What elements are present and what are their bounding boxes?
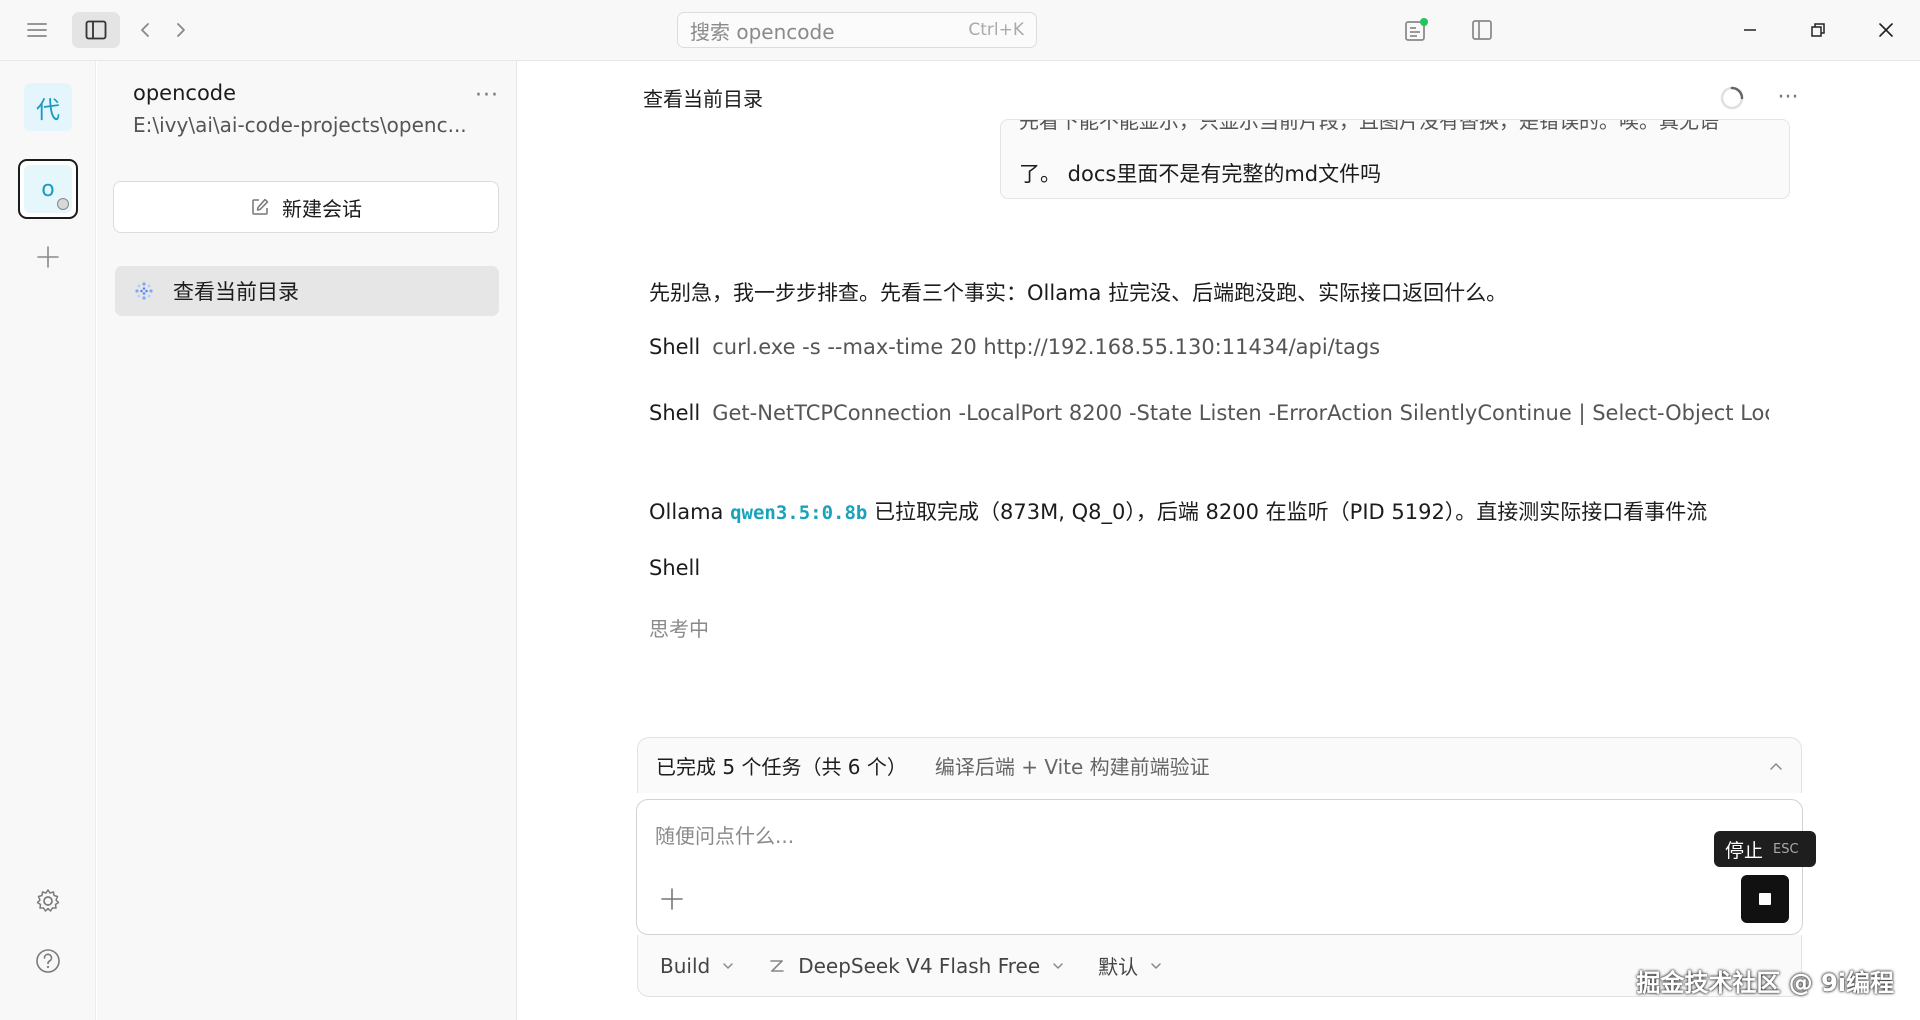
chevron-down-icon [1150, 958, 1162, 974]
stop-tooltip-label: 停止 [1725, 839, 1764, 862]
status-suffix: 已拉取完成（873M, Q8_0），后端 8200 在监听（PID 5192）。… [874, 500, 1708, 524]
project-rail: 代 o [0, 61, 96, 1020]
project-tile-a[interactable]: 代 [24, 83, 72, 131]
session-item[interactable]: 查看当前目录 [115, 266, 499, 316]
edit-icon [252, 198, 269, 215]
stop-button[interactable] [1741, 875, 1789, 923]
user-message-line-1: 先看下能不能显示，只显示当前片段，且图片没有替换，是错误的。唉。真无语 [1019, 119, 1719, 133]
shell-command: Get-NetTCPConnection -LocalPort 8200 -St… [712, 401, 1769, 425]
add-project-icon[interactable] [30, 239, 66, 275]
right-panel-icon[interactable] [1464, 12, 1500, 48]
user-message: 先看下能不能显示，只显示当前片段，且图片没有替换，是错误的。唉。真无语 了。 d… [1000, 119, 1790, 199]
project-status-badge [57, 198, 69, 210]
project-tile-opencode-avatar: o [24, 165, 72, 213]
project-more-button[interactable]: ··· [467, 79, 507, 111]
chevron-down-icon [722, 958, 734, 974]
tasks-current: 编译后端 + Vite 构建前端验证 [934, 755, 1210, 779]
shell-label: Shell [649, 335, 701, 359]
chat-panel: 查看当前目录 ··· 先看下能不能显示，只显示当前片段，且图片没有替换，是错误的… [518, 61, 1920, 1020]
stop-tooltip-key: ESC [1773, 841, 1799, 857]
back-icon[interactable] [130, 14, 160, 46]
search-shortcut: Ctrl+K [968, 20, 1024, 40]
loading-dots-icon [135, 282, 153, 300]
stop-tooltip: 停止 ESC [1714, 831, 1816, 867]
session-item-label: 查看当前目录 [173, 280, 299, 304]
tasks-done: 已完成 5 个任务（共 6 个） [656, 755, 907, 779]
prompt-input[interactable]: 随便问点什么... [636, 799, 1803, 935]
prompt-placeholder: 随便问点什么... [655, 824, 795, 848]
project-tile-opencode[interactable]: o [18, 159, 78, 219]
chevron-down-icon [1052, 958, 1064, 974]
shell-command: curl.exe -s --max-time 20 http://192.168… [712, 335, 1381, 359]
model-select[interactable]: DeepSeek V4 Flash Free [768, 954, 1064, 978]
watermark: 掘金技术社区 @ 9i编程 [1636, 969, 1894, 997]
help-icon[interactable] [30, 943, 66, 979]
provider-icon [770, 959, 785, 972]
project-path: E:\ivy\ai\ai-code-projects\openc... [133, 113, 467, 137]
project-name: opencode [133, 81, 237, 105]
sidebar-toggle-button[interactable] [72, 12, 120, 48]
new-session-label: 新建会话 [282, 196, 362, 221]
search-placeholder: 搜索 opencode [690, 19, 835, 44]
status-prefix: Ollama [649, 500, 724, 524]
close-icon[interactable] [1864, 12, 1908, 48]
composer-footer: Build DeepSeek V4 Flash Free 默认 [637, 935, 1802, 997]
user-message-line-2: 了。 docs里面不是有完整的md文件吗 [1019, 162, 1382, 186]
shell-label: Shell [649, 401, 701, 425]
menu-icon[interactable] [20, 14, 54, 46]
shell-call-1[interactable]: Shell curl.exe -s --max-time 20 http://19… [649, 335, 1769, 359]
shell-call-3[interactable]: Shell [649, 556, 1769, 580]
title-bar: 搜索 opencode Ctrl+K [0, 0, 1920, 61]
assistant-status: Ollama qwen3.5:0.8b 已拉取完成（873M, Q8_0），后端… [649, 496, 1707, 526]
spinner-icon [1718, 84, 1746, 112]
review-status-icon[interactable] [1398, 12, 1434, 48]
shell-label: Shell [649, 556, 701, 580]
settings-icon[interactable] [30, 883, 66, 919]
new-session-button[interactable]: 新建会话 [113, 181, 499, 233]
shell-call-2[interactable]: Shell Get-NetTCPConnection -LocalPort 820… [649, 401, 1769, 425]
agent-select-value: Build [660, 953, 711, 978]
stop-icon [1759, 893, 1771, 905]
thinking-indicator: 思考中 [649, 617, 709, 641]
session-title: 查看当前目录 [643, 87, 763, 111]
attach-icon[interactable] [655, 882, 689, 916]
forward-icon[interactable] [166, 14, 196, 46]
model-code: qwen3.5:0.8b [730, 502, 868, 524]
restore-icon[interactable] [1796, 12, 1840, 48]
todo-progress-bar[interactable]: 已完成 5 个任务（共 6 个） 编译后端 + Vite 构建前端验证 [637, 737, 1802, 793]
session-more-button[interactable]: ··· [1768, 81, 1808, 113]
model-select-value: DeepSeek V4 Flash Free [798, 953, 1041, 978]
chevron-up-icon[interactable] [1769, 756, 1783, 775]
agent-select[interactable]: Build [660, 954, 734, 978]
search-input[interactable]: 搜索 opencode Ctrl+K [677, 12, 1037, 48]
project-tile-opencode-glyph: o [41, 176, 55, 202]
minimize-icon[interactable] [1728, 12, 1772, 48]
assistant-intro: 先别急，我一步步排查。先看三个事实：Ollama 拉完没、后端跑没跑、实际接口返… [649, 281, 1508, 305]
variant-select-value: 默认 [1098, 955, 1139, 979]
variant-select[interactable]: 默认 [1098, 951, 1162, 980]
session-sidebar: opencode E:\ivy\ai\ai-code-projects\open… [97, 61, 517, 1020]
